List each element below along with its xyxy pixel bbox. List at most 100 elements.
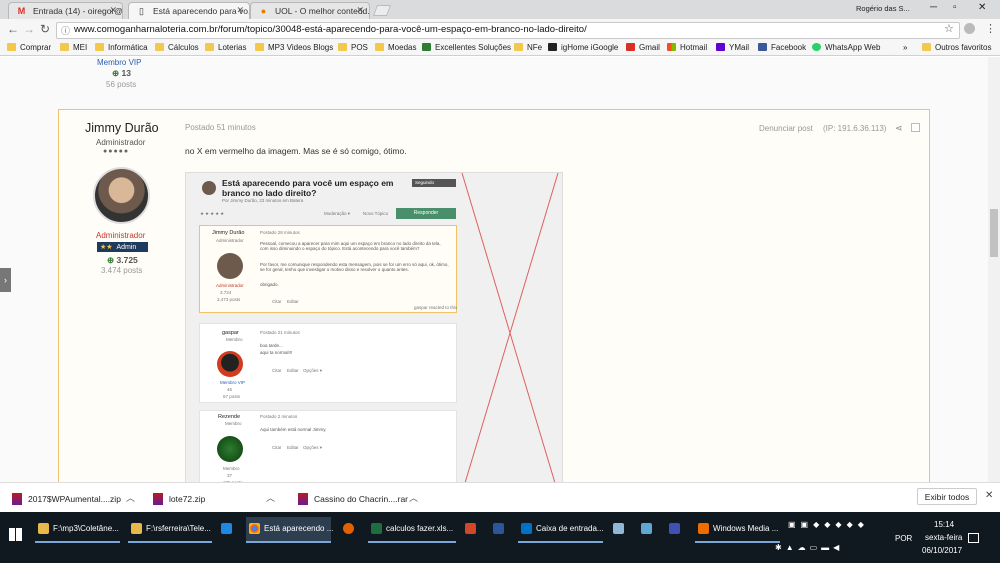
screenshot-post-time: Postado 28 minutos <box>260 230 300 235</box>
post-screenshot[interactable]: Está aparecendo para você um espaço em b… <box>185 172 563 492</box>
bookmark-item[interactable]: Hotmail <box>667 43 707 52</box>
clock-time[interactable]: 15:14 <box>934 520 954 529</box>
screenshot-post-text: boa tarde... <box>260 343 283 348</box>
post-timestamp[interactable]: Postado 51 minutos <box>185 123 256 132</box>
avatar[interactable] <box>93 167 150 224</box>
taskbar-edge[interactable] <box>218 517 238 543</box>
bookmark-item[interactable]: WhatsApp Web <box>812 43 880 52</box>
bookmark-item[interactable]: Excellentes Soluções <box>422 43 511 52</box>
tab-forum[interactable]: ▯ Está aparecendo para vo... ✕ <box>128 2 250 19</box>
close-icon[interactable]: ✕ <box>109 5 117 16</box>
report-post-link[interactable]: Denunciar post <box>759 124 813 133</box>
uol-icon: ● <box>260 6 267 16</box>
star-icon[interactable]: ☆ <box>944 22 954 35</box>
menu-icon[interactable]: ⋮ <box>985 22 996 35</box>
author-title: Administrador <box>96 138 146 147</box>
folder-icon <box>38 523 49 534</box>
taskbar-app[interactable] <box>666 517 686 543</box>
screenshot-post-author: gaspar <box>222 330 239 336</box>
bookmark-item[interactable]: Gmail <box>626 43 660 52</box>
reload-icon[interactable]: ↻ <box>40 22 50 36</box>
forward-icon[interactable]: → <box>23 22 35 36</box>
taskbar-word[interactable] <box>490 517 510 543</box>
bookmark-item[interactable]: YMail <box>716 43 749 52</box>
screenshot-edit-link: Editar <box>287 299 299 304</box>
close-icon[interactable]: ✕ <box>985 490 993 501</box>
info-icon[interactable]: ⓘ <box>61 24 70 37</box>
screenshot-post-role: Membro <box>226 337 243 342</box>
taskbar-item[interactable]: Está aparecendo ... <box>246 517 333 543</box>
chevron-up-icon[interactable]: ︿ <box>126 491 135 504</box>
folder-icon <box>255 43 264 51</box>
taskbar-item[interactable]: F:\rsferreira\Tele... <box>128 517 212 543</box>
bookmark-item[interactable]: NFe <box>514 43 542 52</box>
word-icon <box>493 523 504 534</box>
author-points: ⊕ 3.725 <box>107 255 138 265</box>
close-icon[interactable]: ✕ <box>236 5 244 16</box>
download-item[interactable]: 2017$WPAumental....zip <box>12 493 121 505</box>
chrome-icon <box>249 523 260 534</box>
bookmark-item[interactable]: Moedas <box>375 43 416 52</box>
other-bookmarks[interactable]: Outros favoritos <box>922 43 991 52</box>
user-chip[interactable]: Rogério das S... <box>856 4 910 13</box>
close-icon[interactable]: ✕ <box>356 5 364 16</box>
minimize-icon[interactable]: ─ <box>930 2 937 13</box>
bookmark-item[interactable]: MP3 Videos Blogs <box>255 43 333 52</box>
bookmark-item[interactable]: POS <box>338 43 368 52</box>
star-icon: ★★ <box>100 244 113 251</box>
page-scrollbar[interactable] <box>988 57 1000 482</box>
taskbar-app[interactable] <box>610 517 630 543</box>
taskbar-item[interactable]: Caixa de entrada... <box>518 517 604 543</box>
more-bookmarks[interactable]: » <box>903 43 907 52</box>
windows-start-icon[interactable] <box>9 528 22 541</box>
input-language[interactable]: POR <box>895 534 912 543</box>
plus-icon: ⊕ <box>107 255 115 265</box>
extension-icon[interactable] <box>964 23 975 34</box>
whatsapp-icon <box>812 43 821 51</box>
back-icon[interactable]: ← <box>7 22 19 36</box>
select-post-checkbox[interactable] <box>911 123 920 132</box>
notification-icon[interactable] <box>968 533 979 543</box>
download-item[interactable]: Cassino do Chacrin....rar <box>298 493 408 505</box>
chevron-up-icon[interactable]: ︿ <box>409 491 418 504</box>
bookmark-item[interactable]: Loterias <box>205 43 246 52</box>
chevron-up-icon[interactable]: ︿ <box>266 491 275 504</box>
clock-date[interactable]: 06/10/2017 <box>922 546 962 555</box>
screenshot-byline: Por Jimmy Durão, 23 minutos em Batera <box>222 198 304 203</box>
taskbar-item[interactable]: calculos fazer.xls... <box>368 517 456 543</box>
screenshot-options-link: Opções ▾ <box>303 368 323 373</box>
download-item[interactable]: lote72.zip <box>153 493 205 505</box>
folder-icon <box>155 43 164 51</box>
screenshot-edit-link: Editar <box>287 368 299 373</box>
bookmark-item[interactable]: Facebook <box>758 43 806 52</box>
taskbar-powerpoint[interactable] <box>462 517 482 543</box>
screenshot-post-count: 3.473 posts <box>217 297 241 302</box>
maximize-icon[interactable]: ▫ <box>953 2 957 13</box>
taskbar-item[interactable]: Windows Media ... <box>695 517 780 543</box>
screenshot-post-text: aqui ta normal!!! <box>260 350 293 355</box>
taskbar-item[interactable]: F:\mp3\Coletâne... <box>35 517 120 543</box>
taskbar-app[interactable] <box>638 517 658 543</box>
edge-icon <box>221 523 232 534</box>
bookmark-item[interactable]: Comprar <box>7 43 51 52</box>
url-text[interactable]: www.comoganharnaloteria.com.br/forum/top… <box>74 24 587 35</box>
tab-uol[interactable]: ● UOL - O melhor conteúd... ✕ <box>250 2 370 19</box>
clock-day[interactable]: sexta-feira <box>925 533 962 542</box>
bookmark-item[interactable]: MEI <box>60 43 87 52</box>
screenshot-quote-link: Citar <box>272 445 282 450</box>
bookmark-item[interactable]: Cálculos <box>155 43 199 52</box>
tray-icons[interactable]: ✱▲☁▭▬◀ <box>775 543 843 552</box>
bookmark-item[interactable]: Informática <box>95 43 148 52</box>
scrollbar-thumb[interactable] <box>990 209 998 257</box>
close-window-icon[interactable]: ✕ <box>978 2 986 13</box>
share-icon[interactable]: ⋖ <box>895 123 903 134</box>
prev-author-points: ⊕ 13 <box>112 68 131 78</box>
author-posts: 3.474 posts <box>101 266 143 275</box>
author-name[interactable]: Jimmy Durão <box>85 121 159 135</box>
tab-gmail[interactable]: M Entrada (14) - oiregor@... ✕ <box>8 2 123 19</box>
bookmark-item[interactable]: igHome iGoogle <box>548 43 618 52</box>
taskbar-firefox[interactable] <box>340 517 360 543</box>
tray-icons[interactable]: ▣▣◆◆◆◆◆ <box>788 520 869 529</box>
show-all-downloads-button[interactable]: Exibir todos <box>917 488 977 505</box>
side-expand-button[interactable]: › <box>0 268 11 292</box>
